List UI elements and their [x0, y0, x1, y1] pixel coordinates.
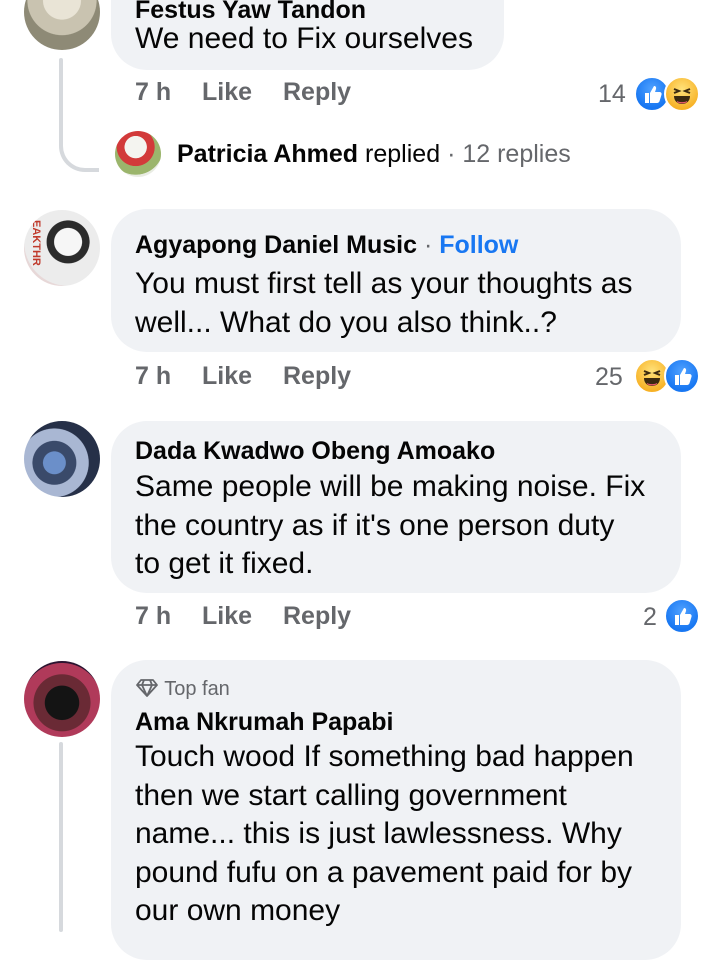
comment-text-line: You must first tell as your thoughts as — [135, 267, 633, 300]
like-button[interactable]: Like — [202, 362, 252, 391]
comment-text: Same people will be making noise. Fix th… — [135, 468, 645, 584]
comment-time[interactable]: 7 h — [135, 362, 171, 391]
reaction-count[interactable]: 2 — [643, 603, 657, 632]
replies-link[interactable]: Patricia Ahmed replied · 12 replies — [177, 140, 571, 169]
avatar[interactable] — [24, 421, 100, 497]
comment-text: Touch wood If something bad happen then … — [135, 738, 634, 931]
reply-button[interactable]: Reply — [283, 602, 351, 631]
avatar[interactable] — [24, 661, 100, 737]
comment-text: You must first tell as your thoughts as … — [135, 265, 632, 342]
reply-button[interactable]: Reply — [283, 78, 351, 107]
comment-text-line: well... What do you also think..? — [135, 305, 557, 339]
comment-bubble: Festus Yaw Tandon We need to Fix ourselv… — [111, 0, 504, 70]
like-button[interactable]: Like — [202, 602, 252, 631]
haha-icon — [664, 76, 700, 112]
comment-text-line: Touch wood If something bad happen — [135, 740, 634, 773]
like-button[interactable]: Like — [202, 78, 252, 107]
like-icon — [664, 598, 700, 634]
comment-text-line: our own money — [135, 894, 341, 927]
reaction-count[interactable]: 25 — [595, 363, 623, 392]
comment-text-line: Same people will be making noise. Fix — [135, 470, 646, 503]
comment-text-line: then we start calling government — [135, 778, 567, 812]
follow-button[interactable]: Follow — [439, 231, 518, 259]
replier-name[interactable]: Patricia Ahmed — [177, 140, 358, 168]
comment-text-line: to get it fixed. — [135, 547, 314, 580]
comment-actions: 7 h Like Reply — [0, 602, 720, 634]
top-fan-badge: Top fan — [135, 678, 230, 701]
reaction-count[interactable]: 14 — [598, 80, 626, 109]
replied-label: replied — [365, 140, 441, 168]
comment-author-row: Agyapong Daniel Music · Follow — [135, 231, 518, 260]
thread-connector — [59, 128, 99, 172]
separator-dot: · — [423, 231, 433, 259]
comment-bubble: Agyapong Daniel Music · Follow You must … — [111, 209, 681, 352]
top-fan-label: Top fan — [164, 678, 230, 700]
comment-bubble: Top fan Ama Nkrumah Papabi Touch wood If… — [111, 660, 681, 960]
avatar[interactable]: EAKTHR — [24, 210, 100, 286]
comment-bubble: Dada Kwadwo Obeng Amoako Same people wil… — [111, 421, 681, 593]
reply-button[interactable]: Reply — [283, 362, 351, 391]
comment-text-line: the country as if it's one person duty — [135, 508, 615, 542]
comment-author[interactable]: Agyapong Daniel Music — [135, 231, 417, 259]
avatar[interactable] — [24, 0, 100, 50]
like-icon — [664, 358, 700, 394]
replies-count[interactable]: · 12 replies — [447, 140, 571, 168]
comment-text-line: pound fufu on a pavement paid for by — [135, 855, 633, 889]
comment-text-line: name... this is just lawlessness. Why — [135, 817, 622, 850]
comment-time[interactable]: 7 h — [135, 78, 171, 107]
comment-text: We need to Fix ourselves — [135, 22, 473, 55]
comment-time[interactable]: 7 h — [135, 602, 171, 631]
diamond-icon — [136, 679, 158, 697]
avatar[interactable] — [115, 131, 161, 177]
comment-author[interactable]: Dada Kwadwo Obeng Amoako — [135, 437, 495, 466]
comment-author[interactable]: Ama Nkrumah Papabi — [135, 708, 393, 737]
thread-line — [59, 742, 63, 932]
